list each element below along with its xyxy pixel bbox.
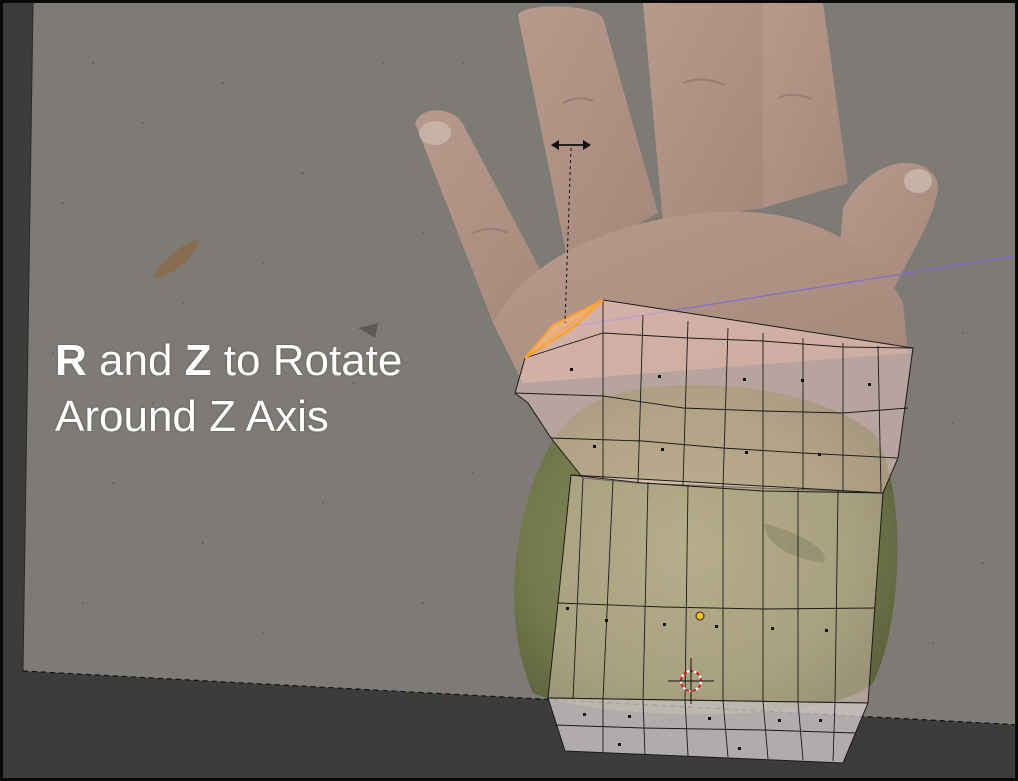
arm-mesh[interactable] <box>514 299 914 764</box>
instruction-and: and <box>99 336 173 385</box>
instruction-key-z: Z <box>184 336 212 385</box>
instruction-key-r: R <box>55 336 87 385</box>
instruction-rotate: to Rotate <box>223 336 403 385</box>
instruction-line-2: Around Z Axis <box>55 392 329 441</box>
origin-dot-icon <box>695 611 705 621</box>
instruction-overlay: R and Z to Rotate Around Z Axis <box>55 333 402 445</box>
instruction-line-1: R and Z to Rotate <box>55 333 402 389</box>
3d-viewport[interactable]: R and Z to Rotate Around Z Axis <box>0 0 1018 781</box>
